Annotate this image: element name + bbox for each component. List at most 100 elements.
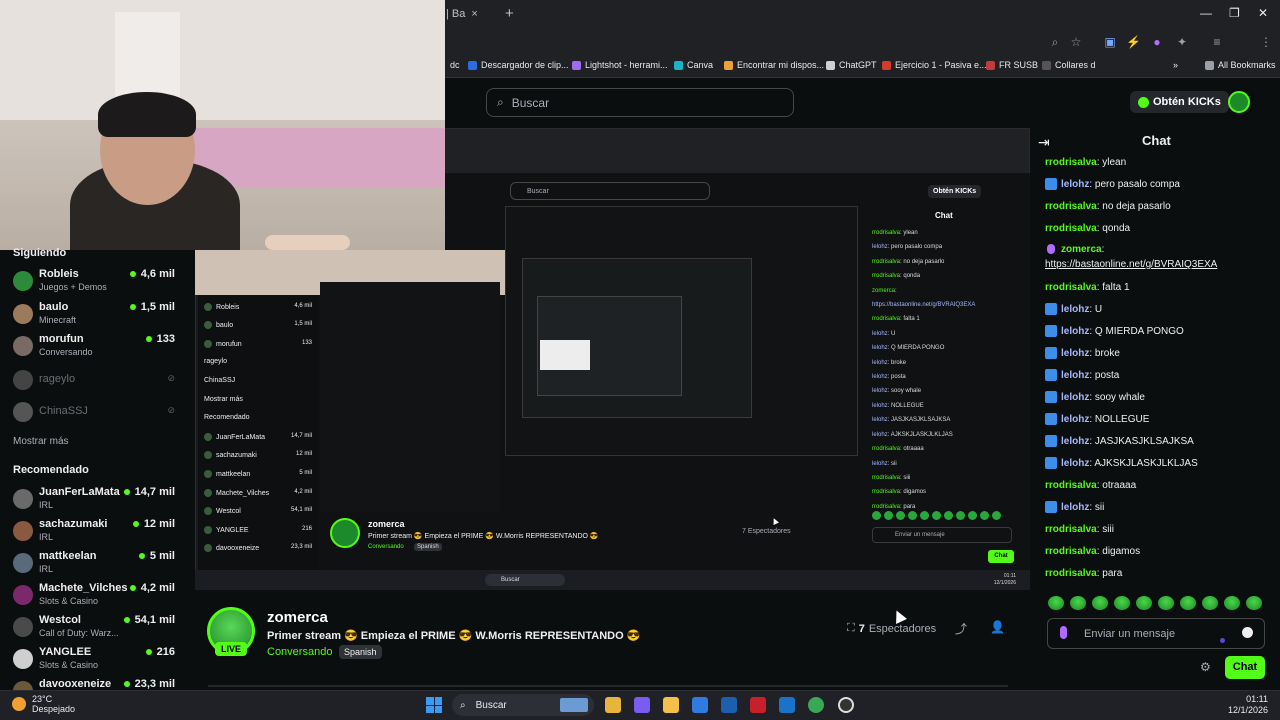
mic-icon[interactable]: [1060, 626, 1067, 639]
browser-tab[interactable]: | Ba ×: [440, 4, 500, 24]
captured-sidebar-name: Robleis: [216, 303, 240, 311]
outlook-icon[interactable]: [779, 697, 795, 713]
send-chat-button[interactable]: Chat: [1225, 656, 1265, 679]
bookmark-item[interactable]: Encontrar mi dispos...: [724, 60, 824, 70]
bookmark-item[interactable]: Collares d: [1042, 60, 1096, 70]
chat-username[interactable]: rrodrisalva: [1045, 282, 1097, 293]
sidebar-channel[interactable]: baulo Minecraft 1,5 mil: [0, 301, 195, 333]
chat-username[interactable]: rrodrisalva: [1045, 223, 1097, 234]
maximize-icon[interactable]: ❐: [1229, 6, 1240, 20]
media-icon[interactable]: ≡: [1210, 35, 1224, 49]
translate-icon[interactable]: ▣: [1103, 35, 1117, 49]
mcafee-icon[interactable]: [750, 697, 766, 713]
chat-username[interactable]: lelohz: [1061, 436, 1089, 447]
folder-icon[interactable]: [663, 697, 679, 713]
taskbar-search[interactable]: ⌕ Buscar: [452, 694, 594, 716]
emote-icon[interactable]: [1114, 596, 1130, 610]
all-bookmarks-button[interactable]: All Bookmarks: [1205, 60, 1276, 70]
captured-username: rrodrisalva: [872, 474, 901, 481]
dell-icon[interactable]: [721, 697, 737, 713]
bookmark-item[interactable]: Descargador de clip...: [468, 60, 569, 70]
chat-username[interactable]: lelohz: [1061, 179, 1089, 190]
close-window-icon[interactable]: ✕: [1258, 6, 1268, 20]
get-kicks-button[interactable]: Obtén KICKs: [1130, 91, 1229, 113]
chat-username[interactable]: lelohz: [1061, 458, 1089, 469]
follow-user-icon[interactable]: 👤: [990, 620, 1005, 634]
emote-icon[interactable]: [1092, 596, 1108, 610]
emote-icon[interactable]: [1158, 596, 1174, 610]
emote-icon[interactable]: [1070, 596, 1086, 610]
sidebar-channel[interactable]: Westcol Call of Duty: Warz... 54,1 mil: [0, 614, 195, 646]
emote-icon[interactable]: [1048, 596, 1064, 610]
chat-username[interactable]: lelohz: [1061, 370, 1089, 381]
obs-icon[interactable]: [838, 697, 854, 713]
collapse-chat-icon[interactable]: ⇥: [1038, 134, 1050, 151]
new-tab-button[interactable]: +: [505, 5, 514, 22]
menu-kebab-icon[interactable]: ⋮: [1259, 35, 1273, 49]
emoji-picker-icon[interactable]: [1242, 627, 1253, 638]
emote-icon[interactable]: [1224, 596, 1240, 610]
copilot-icon[interactable]: [634, 697, 650, 713]
streamer-name[interactable]: zomerca: [267, 609, 328, 626]
sidebar-channel-offline[interactable]: ChinaSSJ ⊘: [0, 399, 195, 431]
chat-username[interactable]: rrodrisalva: [1045, 157, 1097, 168]
chat-username[interactable]: zomerca: [1061, 244, 1102, 255]
chat-username[interactable]: lelohz: [1061, 414, 1089, 425]
show-more-link[interactable]: Mostrar más: [13, 436, 69, 447]
zoom-icon[interactable]: ⌕: [1048, 35, 1062, 49]
sidebar-channel[interactable]: JuanFerLaMata IRL 14,7 mil: [0, 486, 195, 518]
chat-username[interactable]: rrodrisalva: [1045, 568, 1097, 579]
share-icon[interactable]: ⤴: [955, 620, 967, 637]
user-avatar[interactable]: [1228, 91, 1250, 113]
chat-message-input[interactable]: Enviar un mensaje: [1047, 618, 1265, 649]
emote-icon[interactable]: [1202, 596, 1218, 610]
chat-username[interactable]: lelohz: [1061, 304, 1089, 315]
chat-username[interactable]: lelohz: [1061, 348, 1089, 359]
tab-close-icon[interactable]: ×: [471, 8, 477, 20]
minimize-icon[interactable]: —: [1200, 6, 1212, 20]
sidebar-channel[interactable]: morufun Conversando 133: [0, 333, 195, 365]
chat-username[interactable]: lelohz: [1061, 326, 1089, 337]
sidebar-channel[interactable]: davooxeneize 23,3 mil: [0, 678, 195, 690]
sidebar-channel[interactable]: Robleis Juegos + Demos 4,6 mil: [0, 268, 195, 300]
chat-username[interactable]: rrodrisalva: [1045, 201, 1097, 212]
file-explorer-icon[interactable]: [605, 697, 621, 713]
sidebar-channel[interactable]: YANGLEE Slots & Casino 216: [0, 646, 195, 678]
sidebar-channel[interactable]: Machete_Vilches Slots & Casino 4,2 mil: [0, 582, 195, 614]
weather-widget[interactable]: 23°C Despejado: [12, 694, 75, 714]
sidebar-channel[interactable]: mattkeelan IRL 5 mil: [0, 550, 195, 582]
chat-username[interactable]: rrodrisalva: [1045, 546, 1097, 557]
chat-username[interactable]: lelohz: [1061, 392, 1089, 403]
bookmark-item[interactable]: Ejercicio 1 - Pasiva e...: [882, 60, 987, 70]
taskbar-clock[interactable]: 01:11 12/1/2026: [1228, 694, 1268, 716]
extensions-puzzle-icon[interactable]: ✦: [1175, 35, 1189, 49]
emote-icon[interactable]: [1136, 596, 1152, 610]
extension-icon[interactable]: ⚡: [1126, 35, 1141, 49]
stream-category-link[interactable]: Conversando: [267, 646, 332, 658]
search-input[interactable]: ⌕ Buscar: [486, 88, 794, 117]
language-tag[interactable]: Spanish: [339, 645, 382, 659]
chat-text: para: [1102, 568, 1123, 579]
emote-icon[interactable]: [1180, 596, 1196, 610]
bookmark-item[interactable]: dc: [450, 60, 460, 70]
bookmark-star-icon[interactable]: ☆: [1069, 35, 1083, 49]
chat-username[interactable]: rrodrisalva: [1045, 524, 1097, 535]
emote-icon[interactable]: [1246, 596, 1262, 610]
chat-message: rrodrisalva: siii: [1045, 521, 1270, 543]
extension-icon[interactable]: ●: [1150, 35, 1164, 49]
bookmark-item[interactable]: Lightshot - herrami...: [572, 60, 668, 70]
chat-link[interactable]: https://bastaonline.net/g/BVRAIQ3EXA: [1045, 259, 1217, 270]
bookmarks-overflow-icon[interactable]: »: [1173, 60, 1178, 70]
windows-start-icon[interactable]: [426, 697, 442, 713]
chat-settings-gear-icon[interactable]: ⚙: [1200, 660, 1211, 674]
store-icon[interactable]: [692, 697, 708, 713]
sidebar-channel[interactable]: sachazumaki IRL 12 mil: [0, 518, 195, 550]
bookmark-item[interactable]: Canva: [674, 60, 713, 70]
chat-message: rrodrisalva: qonda: [1045, 220, 1270, 242]
chat-username[interactable]: rrodrisalva: [1045, 480, 1097, 491]
chat-username[interactable]: lelohz: [1061, 502, 1089, 513]
bookmark-item[interactable]: ChatGPT: [826, 60, 877, 70]
bookmark-item[interactable]: FR SUSB: [986, 60, 1038, 70]
chrome-icon[interactable]: [808, 697, 824, 713]
sidebar-channel-offline[interactable]: rageylo ⊘: [0, 367, 195, 399]
